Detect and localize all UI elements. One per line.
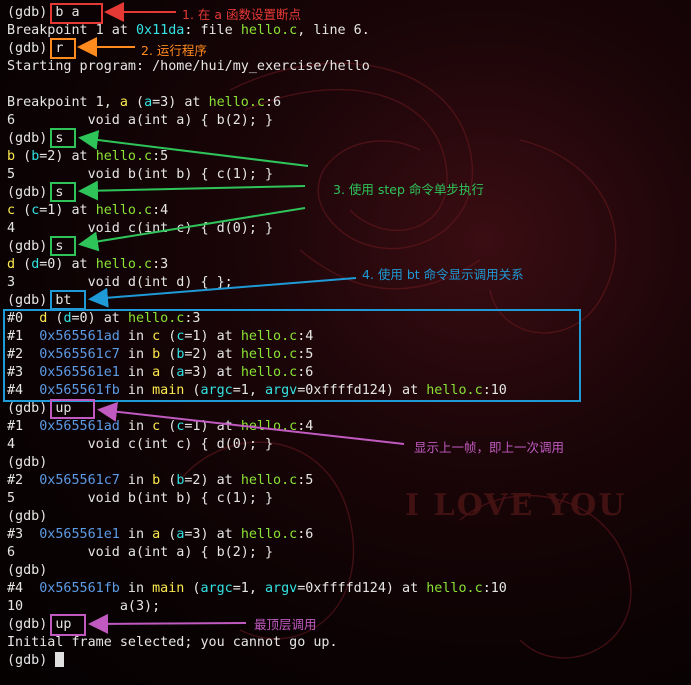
highlight-box-backtrace [3,309,581,402]
highlight-box-s2 [50,182,76,202]
annotation-label-1: 1. 在 a 函数设置断点 [182,7,302,22]
terminal-line: Starting program: /home/hui/my_exercise/… [7,59,370,74]
source-line: 6 void a(int a) { b(2); } [7,113,274,128]
frame-line: #2 0x565561c7 in b (b=2) at hello.c:5 [7,473,314,488]
terminal-line: (gdb) s [7,239,64,254]
terminal-line: (gdb) b a [7,5,80,20]
highlight-box-up1 [50,399,95,419]
annotation-label-5: 显示上一帧，即上一次调用 [414,440,565,455]
source-line: 3 void d(int d) { }; [7,275,233,290]
terminal-line: Breakpoint 1 at 0x11da: file hello.c, li… [7,23,370,38]
terminal-line: (gdb) [7,563,48,578]
highlight-box-r [50,38,76,59]
terminal-line: (gdb) [7,509,48,524]
highlight-box-up2 [50,614,86,636]
highlight-box-s3 [50,236,76,256]
frame-line: #1 0x565561ad in c (c=1) at hello.c:4 [7,419,314,434]
terminal-line: b (b=2) at hello.c:5 [7,149,169,164]
source-line: 10 a(3); [7,599,161,614]
terminal-line: (gdb) bt [7,293,72,308]
source-line: 5 void b(int b) { c(1); } [7,491,274,506]
terminal-line: (gdb) up [7,401,72,416]
terminal-prompt[interactable]: (gdb) [7,652,691,670]
frame-line: #4 0x565561fb in main (argc=1, argv=0xff… [7,581,507,596]
highlight-box-bt [50,290,86,310]
frame-line: #3 0x565561e1 in a (a=3) at hello.c:6 [7,527,314,542]
annotation-label-3: 3. 使用 step 命令单步执行 [333,182,484,197]
terminal-line: (gdb) s [7,131,64,146]
annotation-label-2: 2. 运行程序 [141,43,207,58]
annotation-label-6: 最顶层调用 [254,617,317,632]
terminal-line: c (c=1) at hello.c:4 [7,203,169,218]
terminal-line: Initial frame selected; you cannot go up… [7,635,338,650]
source-line: 4 void c(int c) { d(0); } [7,437,274,452]
source-line: 6 void a(int a) { b(2); } [7,545,274,560]
terminal-line: (gdb) up [7,617,72,632]
highlight-box-s1 [50,128,76,148]
terminal-line: (gdb) [7,455,48,470]
terminal-line: d (d=0) at hello.c:3 [7,257,169,272]
source-line: 4 void c(int c) { d(0); } [7,221,274,236]
terminal-line: (gdb) r [7,41,64,56]
terminal-line: Breakpoint 1, a (a=3) at hello.c:6 [7,95,282,110]
highlight-box-b-a [50,3,103,24]
text-cursor [55,652,65,667]
annotation-label-4: 4. 使用 bt 命令显示调用关系 [362,267,524,282]
